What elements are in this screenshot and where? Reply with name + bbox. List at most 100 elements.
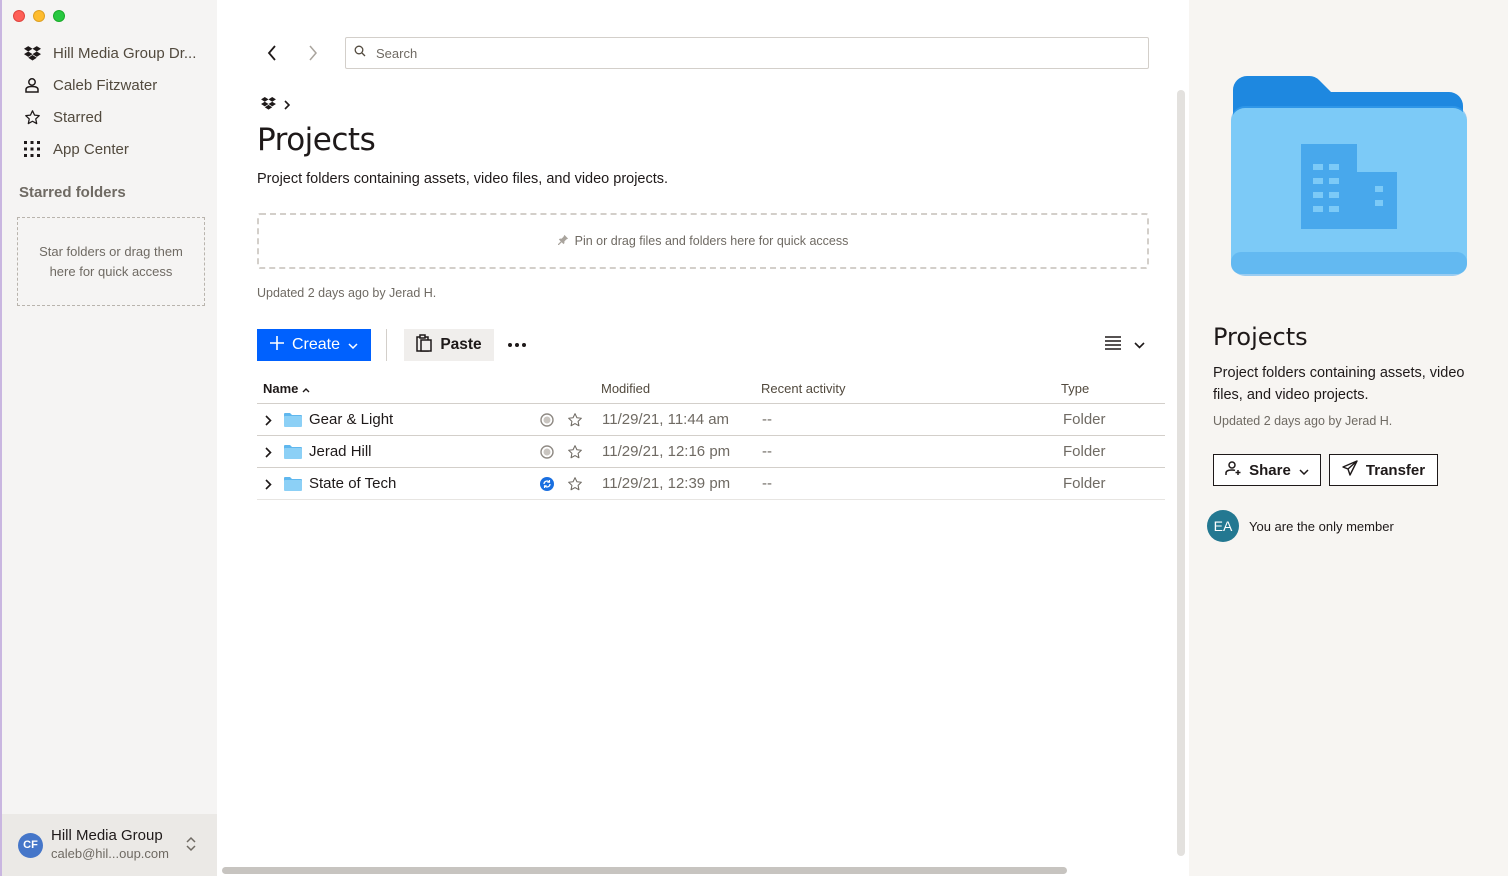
info-panel: Projects Project folders containing asse… <box>1189 0 1508 876</box>
view-options-button[interactable] <box>1105 333 1145 357</box>
add-person-icon <box>1225 460 1241 480</box>
folder-icon <box>284 444 302 463</box>
modified-date: 11/29/21, 12:16 pm <box>602 443 731 460</box>
table-header: Name Modified Recent activity Type <box>257 374 1165 404</box>
sidebar-item-starred[interactable]: Starred <box>2 101 217 133</box>
starred-folders-dropzone[interactable]: Star folders or drag them here for quick… <box>17 217 205 306</box>
account-email: caleb@hil...oup.com <box>51 846 169 861</box>
panel-description: Project folders containing assets, video… <box>1213 365 1465 403</box>
toolbar: Create Paste <box>257 329 1149 361</box>
sidebar-item-label: App Center <box>53 140 129 158</box>
dropbox-icon[interactable] <box>261 97 276 115</box>
transfer-button[interactable]: Transfer <box>1329 454 1438 486</box>
avatar[interactable]: EA <box>1207 510 1239 542</box>
paper-plane-icon <box>1342 460 1358 480</box>
recent-activity: -- <box>762 443 772 460</box>
file-name[interactable]: Jerad Hill <box>309 443 372 460</box>
pin-dropzone[interactable]: Pin or drag files and folders here for q… <box>257 213 1149 269</box>
file-name[interactable]: State of Tech <box>309 475 396 492</box>
chevron-down-icon <box>1299 462 1309 479</box>
sidebar-item-app-center[interactable]: App Center <box>2 133 217 165</box>
chevron-right-icon <box>309 45 317 61</box>
chevron-up-down-icon[interactable] <box>185 836 197 857</box>
share-button[interactable]: Share <box>1213 454 1321 486</box>
sidebar-item-team-drive[interactable]: Hill Media Group Dr... <box>2 37 217 69</box>
paste-button[interactable]: Paste <box>404 329 494 361</box>
chevron-right-icon <box>284 97 291 115</box>
minimize-window-button[interactable] <box>33 10 45 22</box>
transfer-button-label: Transfer <box>1365 461 1426 479</box>
column-header-name[interactable]: Name <box>263 381 310 396</box>
back-button[interactable] <box>261 42 283 64</box>
table-row[interactable]: Jerad Hill 11/29/21, 12:16 pm -- Folder <box>257 436 1165 468</box>
avatar: CF <box>18 832 43 858</box>
expand-chevron-icon[interactable] <box>265 413 272 430</box>
account-switcher[interactable]: CF Hill Media Group caleb@hil...oup.com <box>2 814 217 876</box>
forward-button[interactable] <box>302 42 324 64</box>
column-header-type[interactable]: Type <box>1061 381 1089 396</box>
list-view-icon <box>1105 335 1121 355</box>
member-info: EA You are the only member <box>1207 510 1394 542</box>
more-options-button[interactable] <box>505 333 529 357</box>
chevron-left-icon <box>267 45 276 61</box>
search-icon <box>354 44 366 62</box>
expand-chevron-icon[interactable] <box>265 445 272 462</box>
breadcrumb <box>261 97 291 115</box>
page-description: Project folders containing assets, video… <box>257 171 669 187</box>
star-icon[interactable] <box>567 476 583 496</box>
recent-activity: -- <box>762 411 772 428</box>
expand-chevron-icon[interactable] <box>265 477 272 494</box>
plus-icon <box>269 335 284 355</box>
zoom-window-button[interactable] <box>53 10 65 22</box>
file-type: Folder <box>1063 443 1106 460</box>
panel-title: Projects <box>1213 323 1308 351</box>
paste-button-label: Paste <box>440 336 482 353</box>
updated-text: Updated 2 days ago by Jerad H. <box>257 286 437 300</box>
modified-date: 11/29/21, 11:44 am <box>602 411 730 428</box>
search-input[interactable] <box>376 45 1076 61</box>
star-icon[interactable] <box>567 444 583 464</box>
sync-active-icon <box>540 477 554 495</box>
sidebar-item-personal[interactable]: Caleb Fitzwater <box>2 69 217 101</box>
sidebar-item-label: Hill Media Group Dr... <box>53 44 197 62</box>
sidebar-nav: Hill Media Group Dr... Caleb Fitzwater S… <box>2 37 217 165</box>
column-header-name-label: Name <box>263 381 299 396</box>
ellipsis-icon <box>508 343 526 347</box>
pin-icon <box>557 234 569 248</box>
pin-dropzone-text: Pin or drag files and folders here for q… <box>574 234 849 248</box>
member-text: You are the only member <box>1249 518 1394 534</box>
folder-preview-icon <box>1229 72 1469 282</box>
sync-idle-icon <box>540 413 554 431</box>
vertical-scrollbar[interactable] <box>1177 90 1185 856</box>
chevron-down-icon <box>1134 336 1145 354</box>
clipboard-icon <box>416 333 433 357</box>
column-header-activity[interactable]: Recent activity <box>761 381 846 396</box>
close-window-button[interactable] <box>13 10 25 22</box>
create-button-label: Create <box>291 336 341 353</box>
table-row[interactable]: Gear & Light 11/29/21, 11:44 am -- Folde… <box>257 404 1165 436</box>
star-icon[interactable] <box>567 412 583 432</box>
panel-updated-text: Updated 2 days ago by Jerad H. <box>1213 414 1393 428</box>
modified-date: 11/29/21, 12:39 pm <box>602 475 731 492</box>
folder-icon <box>284 476 302 495</box>
account-name: Hill Media Group <box>51 827 163 844</box>
sort-ascending-icon <box>302 381 310 396</box>
window-controls <box>13 10 65 22</box>
search-bar[interactable] <box>345 37 1149 69</box>
create-button[interactable]: Create <box>257 329 371 361</box>
horizontal-scrollbar[interactable] <box>222 867 1067 874</box>
file-type: Folder <box>1063 475 1106 492</box>
column-header-modified[interactable]: Modified <box>601 381 650 396</box>
sidebar-item-label: Starred <box>53 108 103 126</box>
sync-idle-icon <box>540 445 554 463</box>
table-row[interactable]: State of Tech 11/29/21, 12:39 pm -- Fold… <box>257 468 1165 500</box>
recent-activity: -- <box>762 475 772 492</box>
star-icon <box>23 108 41 126</box>
sidebar-item-label: Caleb Fitzwater <box>53 76 158 94</box>
file-table: Name Modified Recent activity Type Gear … <box>257 374 1165 500</box>
folder-icon <box>284 412 302 431</box>
grid-icon <box>23 140 41 158</box>
file-name[interactable]: Gear & Light <box>309 411 393 428</box>
dropbox-icon <box>23 44 41 62</box>
person-icon <box>23 76 41 94</box>
